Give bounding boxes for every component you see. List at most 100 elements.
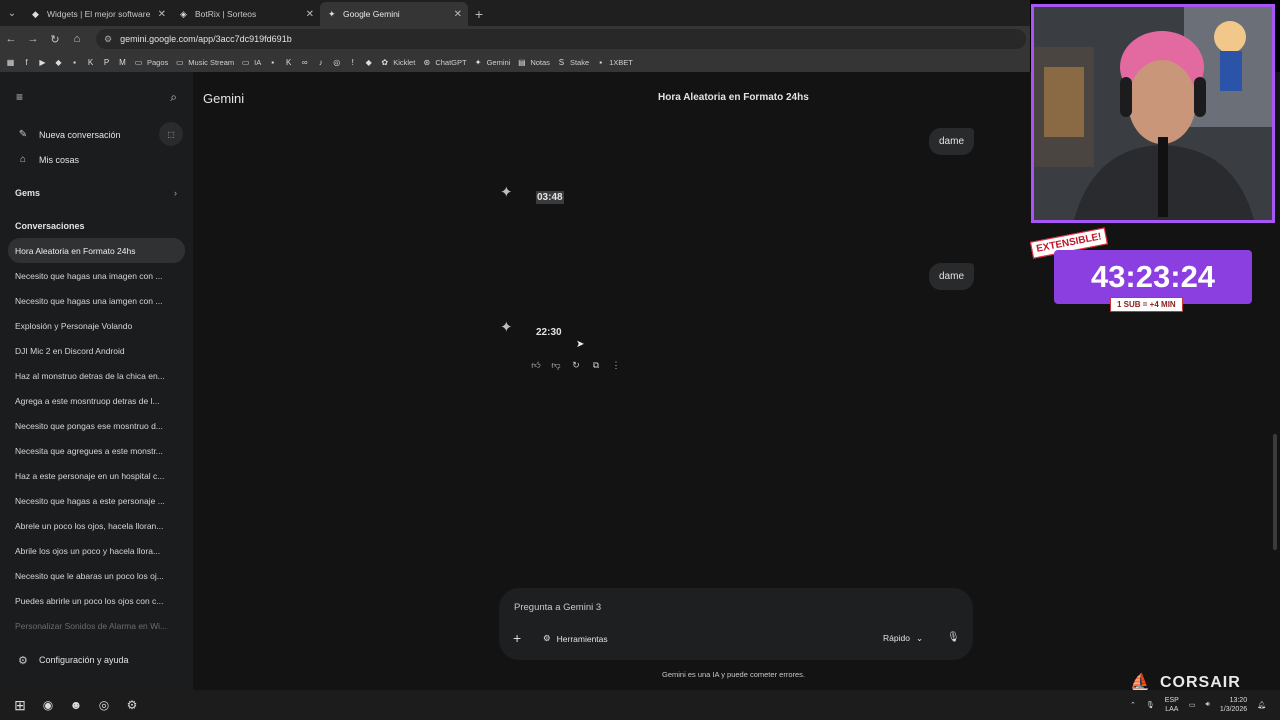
settings-button[interactable]: ⚙ Configuración y ayuda [0,648,129,672]
microphone-icon[interactable]: 🎙︎ [1146,701,1155,709]
add-icon[interactable]: + [513,630,521,646]
new-chat-button[interactable]: ✎ Nueva conversación ⬚ [0,122,193,147]
bookmark-pagos[interactable]: ▭ Pagos [134,58,169,67]
close-icon[interactable]: ✕ [158,9,166,20]
scrollbar[interactable] [1273,434,1277,550]
notification-icon[interactable]: 🔔︎ [1257,701,1266,709]
my-stuff-button[interactable]: ⌂ Mis cosas [0,147,193,172]
sidebar-item-conversation[interactable]: Abrile los ojos un poco y hacela llora..… [8,538,185,563]
site-info-icon[interactable]: ⚙ [104,34,112,45]
windows-start-icon[interactable]: ⊞ [6,691,34,719]
bookmark-chat[interactable]: ▪ [70,58,79,67]
edit-icon: ✎ [18,129,28,140]
bookmark-kicklet[interactable]: ✿ Kicklet [380,58,415,67]
network-icon[interactable]: ▭ [1189,701,1196,709]
sidebar-item-conversation[interactable]: Personalizar Sonidos de Alarma en Wi... [8,613,185,638]
botrix-icon: ◈ [180,8,187,19]
sidebar-item-conversation[interactable]: Necesita que agregues a este monstr... [8,438,185,463]
response-actions: 👍︎ 👎︎ ↻ ⧉ ⋮ [530,360,622,371]
tiktok-icon: ♪ [318,57,323,67]
bookmark-tiktok[interactable]: ♪ [316,58,325,67]
discord-icon[interactable]: ☻ [62,691,90,719]
new-tab-button[interactable]: + [468,2,490,26]
chevron-up-icon[interactable]: ⌃ [1130,701,1136,709]
back-icon[interactable]: ← [0,28,22,50]
prompt-input[interactable]: Pregunta a Gemini 3 [514,602,601,613]
bookmark-exclamation[interactable]: ! [348,58,357,67]
bookmark-chat-2[interactable]: ▪ [268,58,277,67]
tools-button[interactable]: ⚙ Herramientas [543,633,608,644]
sidebar-item-conversation[interactable]: Abrele un poco los ojos, hacela lloran..… [8,513,185,538]
bookmark-kick-2[interactable]: K [284,58,293,67]
my-stuff-label: Mis cosas [39,154,80,165]
menu-icon[interactable]: ≡ [16,90,23,104]
clock[interactable]: 13:20 1/3/2026 [1220,696,1247,714]
reload-icon[interactable]: ↻ [44,28,66,50]
thumbs-down-icon[interactable]: 👎︎ [550,360,562,371]
model-response: 03:48 [536,191,564,204]
bookmark-facebook[interactable]: f [22,58,31,67]
sidebar-item-conversation[interactable]: Necesito que hagas a este personaje ... [8,488,185,513]
tab-search-icon[interactable]: ⌄ [0,0,24,26]
search-icon[interactable]: ⌕ [170,90,177,105]
bookmark-gemini[interactable]: ✦ Gemini [474,58,511,67]
obs-icon[interactable]: ◎ [90,691,118,719]
tab-widgets[interactable]: ◆ Widgets | El mejor software pa ✕ [24,2,172,26]
sidebar-item-conversation[interactable]: Necesito que pongas ese mosntruo d... [8,413,185,438]
sidebar-item-conversation[interactable]: DJI Mic 2 en Discord Android [8,338,185,363]
sidebar-item-conversation[interactable]: Puedes abrirle un poco los ojos con c... [8,588,185,613]
sub-rule-badge: 1 SUB = +4 MIN [1110,297,1183,312]
microphone-icon[interactable]: 🎙︎ [947,632,960,643]
volume-icon[interactable]: 🔊︎ [1205,701,1209,709]
bookmark-ia[interactable]: ▭ IA [241,58,261,67]
bookmark-chatgpt[interactable]: ⊛ ChatGPT [422,58,466,67]
bookmark-gmail[interactable]: M [118,58,127,67]
apps-icon[interactable]: ▦ [6,58,15,67]
bookmark-pinterest[interactable]: P [102,58,111,67]
mode-selector[interactable]: Rápido ⌄ [883,633,923,644]
gemini-icon: ✦ [328,8,336,19]
sidebar-item-conversation[interactable]: Necesito que le abaras un poco los oj... [8,563,185,588]
notes-icon: ▤ [518,57,526,67]
disclaimer-text: Gemini es una IA y puede cometer errores… [662,670,805,679]
steam-icon[interactable]: ⚙ [118,691,146,719]
sidebar-item-conversation[interactable]: Haz a este personaje en un hospital c... [8,463,185,488]
regenerate-icon[interactable]: ↻ [570,360,582,371]
close-icon[interactable]: ✕ [454,9,462,20]
bookmark-diamond-2[interactable]: ◆ [364,58,373,67]
sidebar-item-conversation[interactable]: Necesito que hagas una imagen con ... [8,263,185,288]
gemini-brand[interactable]: Gemini [203,91,244,106]
bookmarks-bar: ▦ f ▶ ◆ ▪ K P M ▭ Pagos ▭ Music Stream ▭ IA… [0,52,1030,72]
sidebar-item-conversation[interactable]: Explosión y Personaje Volando [8,313,185,338]
copy-icon[interactable]: ⧉ [590,360,602,371]
bookmark-instagram[interactable]: ◎ [332,58,341,67]
bookmark-music-stream[interactable]: ▭ Music Stream [175,58,234,67]
sidebar-item-conversation[interactable]: Necesito que hagas una iamgen con ... [8,288,185,313]
bookmark-youtube[interactable]: ▶ [38,58,47,67]
sidebar-item-conversation[interactable]: Agrega a este mosntruop detras de l... [8,388,185,413]
gemini-spark-icon: ✦ [500,184,513,201]
tab-botrix[interactable]: ◈ BotRix | Sorteos ✕ [172,2,320,26]
language-indicator[interactable]: ESP LAA [1165,696,1179,714]
bookmark-kick[interactable]: K [86,58,95,67]
bookmark-stake[interactable]: S Stake [557,58,589,67]
home-icon[interactable]: ⌂ [66,28,88,50]
bookmark-notas[interactable]: ▤ Notas [517,58,550,67]
close-icon[interactable]: ✕ [306,9,314,20]
thumbs-up-icon[interactable]: 👍︎ [530,360,542,371]
address-bar[interactable]: ⚙ gemini.google.com/app/3acc7dc919fd691b [96,29,1026,49]
gemini-spark-icon: ✦ [500,319,513,336]
tab-gemini[interactable]: ✦ Google Gemini ✕ [320,2,468,26]
new-chat-label: Nueva conversación [39,129,121,140]
forward-icon[interactable]: → [22,28,44,50]
webcam-overlay [1031,4,1275,223]
sidebar-item-conversation[interactable]: Hora Aleatoria en Formato 24hs [8,238,185,263]
more-vert-icon[interactable]: ⋮ [610,360,622,371]
bookmark-loop[interactable]: ∞ [300,58,309,67]
chrome-icon[interactable]: ◉ [34,691,62,719]
temporary-chat-icon[interactable]: ⬚ [159,122,183,146]
sidebar-item-conversation[interactable]: Haz al monstruo detras de la chica en... [8,363,185,388]
bookmark-1xbet[interactable]: ▪ 1XBET [596,58,633,67]
bookmark-diamond[interactable]: ◆ [54,58,63,67]
gems-section[interactable]: Gems › [0,180,193,205]
